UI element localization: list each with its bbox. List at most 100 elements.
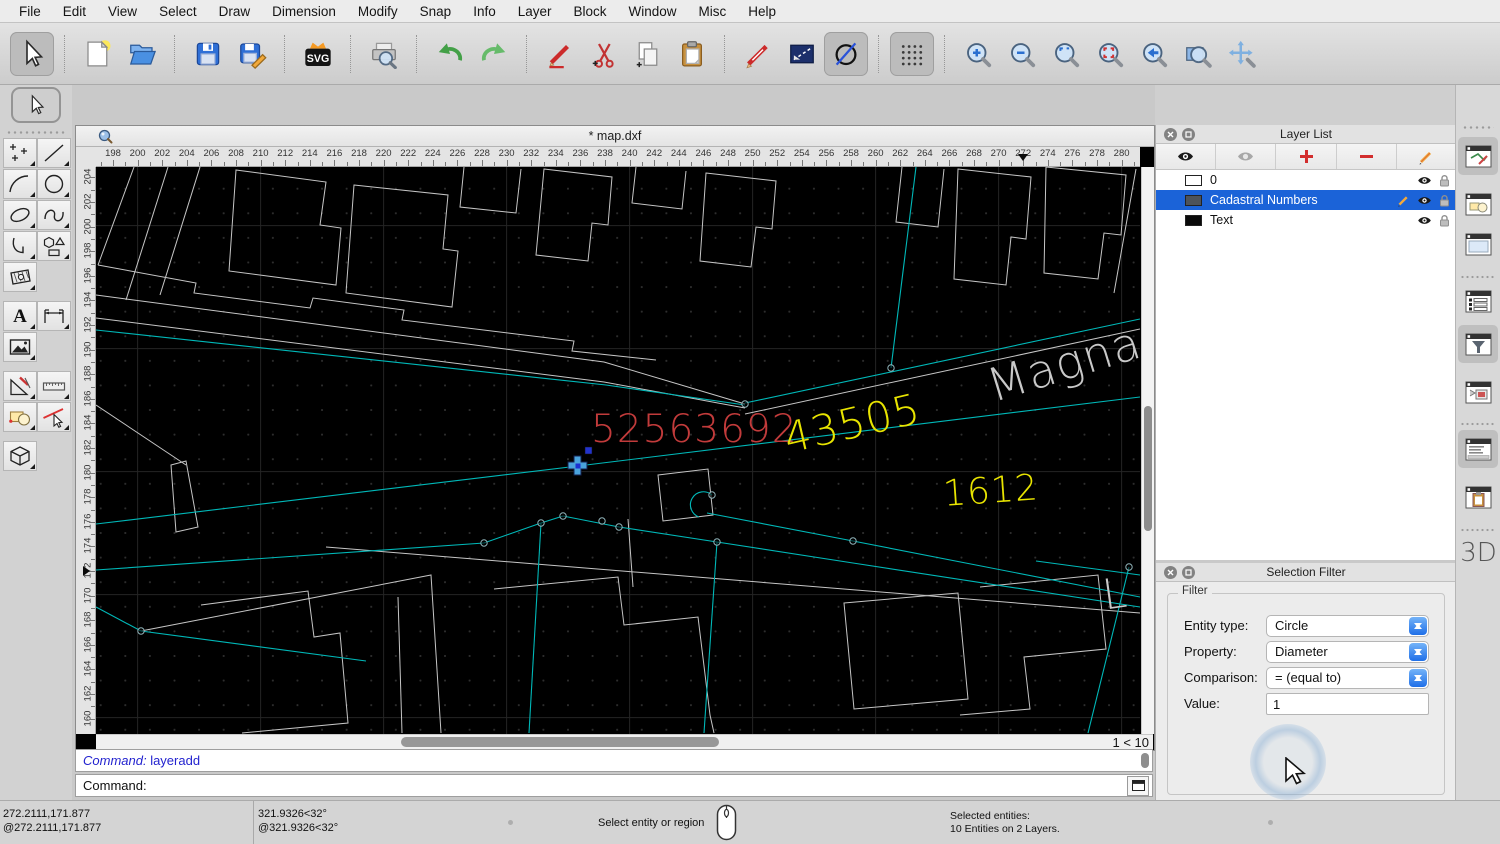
horizontal-scrollbar[interactable]: 1 < 10 [96, 734, 1153, 750]
show-all-layers-button[interactable] [1156, 144, 1216, 169]
library-browser-toggle[interactable] [1458, 225, 1498, 263]
cad-text-entity[interactable]: 52563692 [591, 410, 798, 449]
menu-file[interactable]: File [8, 0, 52, 23]
line-tool[interactable] [37, 138, 71, 168]
zoom-window-button[interactable] [1176, 32, 1220, 76]
lock-icon[interactable] [1439, 214, 1450, 227]
menu-window[interactable]: Window [618, 0, 688, 23]
menu-view[interactable]: View [97, 0, 148, 23]
paste-button[interactable] [670, 32, 714, 76]
property-editor-toggle[interactable] [1458, 137, 1498, 175]
command-options-button[interactable] [1127, 776, 1149, 796]
menu-draw[interactable]: Draw [208, 0, 262, 23]
copy-button[interactable] [626, 32, 670, 76]
hide-all-layers-button[interactable] [1216, 144, 1276, 169]
layer-row-cadastral-numbers[interactable]: Cadastral Numbers [1156, 190, 1456, 210]
undo-button[interactable] [428, 32, 472, 76]
spline-tool[interactable] [37, 200, 71, 230]
eye-icon[interactable] [1417, 195, 1432, 206]
save-button[interactable] [186, 32, 230, 76]
menu-modify[interactable]: Modify [347, 0, 409, 23]
layer-row-0[interactable]: 0 [1156, 170, 1456, 190]
svg-export-button[interactable]: SVG [296, 32, 340, 76]
menu-layer[interactable]: Layer [507, 0, 563, 23]
v-ruler-tick [89, 423, 95, 424]
draw-pencil-button[interactable] [736, 32, 780, 76]
relative-zero-toggle[interactable] [1458, 373, 1498, 411]
zoom-in-button[interactable] [956, 32, 1000, 76]
dimension-tool[interactable] [37, 301, 71, 331]
circle-tool[interactable] [37, 169, 71, 199]
edit-button[interactable] [538, 32, 582, 76]
menu-dimension[interactable]: Dimension [261, 0, 347, 23]
menu-info[interactable]: Info [462, 0, 507, 23]
save-as-button[interactable] [230, 32, 274, 76]
arc-tool[interactable] [3, 169, 37, 199]
eye-icon[interactable] [1417, 175, 1432, 186]
menu-misc[interactable]: Misc [688, 0, 738, 23]
clipboard-panel-toggle[interactable] [1458, 478, 1498, 516]
text-tool[interactable]: A [3, 301, 37, 331]
layer-pencil-icon[interactable] [1397, 194, 1410, 207]
grid-toggle-button[interactable] [890, 32, 934, 76]
shapes-tool[interactable] [37, 231, 71, 261]
vertical-scrollbar[interactable] [1141, 167, 1154, 734]
zoom-out-button[interactable] [1000, 32, 1044, 76]
3d-mode-label[interactable]: 3D [1456, 538, 1500, 568]
add-layer-button[interactable] [1276, 144, 1336, 169]
layer-row-text[interactable]: Text [1156, 210, 1456, 230]
filter-select-0[interactable]: Circle [1266, 615, 1429, 637]
menu-select[interactable]: Select [148, 0, 208, 23]
document-titlebar[interactable]: * map.dxf [76, 126, 1154, 147]
dock-handle[interactable] [1462, 125, 1494, 130]
zoom-previous-button[interactable] [1132, 32, 1176, 76]
ellipse-tool[interactable] [3, 200, 37, 230]
palette-selection-button[interactable] [11, 87, 61, 123]
zoom-auto-button[interactable] [1044, 32, 1088, 76]
selection-filter-toggle[interactable] [1458, 325, 1498, 363]
command-line-toggle[interactable] [1458, 430, 1498, 468]
image-tool[interactable] [3, 332, 37, 362]
eye-icon[interactable] [1417, 215, 1432, 226]
zoom-pan-button[interactable] [1220, 32, 1264, 76]
menu-help[interactable]: Help [737, 0, 787, 23]
block-list-toggle[interactable] [1458, 185, 1498, 223]
menu-edit[interactable]: Edit [52, 0, 97, 23]
zoom-redraw-button[interactable] [1088, 32, 1132, 76]
edit-layer-button[interactable] [1397, 144, 1456, 169]
drawing-canvas[interactable]: 52563692435051612Magna AL [96, 167, 1140, 734]
selection-tool-button[interactable] [10, 32, 54, 76]
status-bar: 272.2111,171.877@272.2111,171.877 321.93… [0, 800, 1500, 844]
filter-value-input[interactable] [1266, 693, 1429, 715]
print-preview-button[interactable] [362, 32, 406, 76]
command-history-scrollbar[interactable] [1141, 753, 1149, 768]
open-file-button[interactable] [120, 32, 164, 76]
cad-text-entity[interactable]: 1612 [942, 470, 1040, 513]
menu-snap[interactable]: Snap [409, 0, 463, 23]
polyline-tool[interactable] [3, 231, 37, 261]
lock-icon[interactable] [1439, 174, 1450, 187]
block-tool[interactable] [3, 402, 37, 432]
viewport-3d-tool[interactable] [3, 441, 37, 471]
filter-select-2[interactable]: = (equal to) [1266, 667, 1429, 689]
measure-tool[interactable] [37, 371, 71, 401]
restrict-angle-button[interactable] [780, 32, 824, 76]
remove-layer-button[interactable] [1337, 144, 1397, 169]
construction-mode-button[interactable] [824, 32, 868, 76]
modify-tool[interactable] [3, 371, 37, 401]
new-file-button[interactable] [76, 32, 120, 76]
layer-list-toggle[interactable] [1458, 282, 1498, 320]
hatch-tool[interactable] [3, 262, 37, 292]
filter-select-1[interactable]: Diameter [1266, 641, 1429, 663]
vertical-scrollbar-thumb[interactable] [1144, 406, 1152, 531]
command-input[interactable] [153, 776, 1127, 795]
lock-icon[interactable] [1439, 194, 1450, 207]
horizontal-scrollbar-thumb[interactable] [401, 737, 719, 747]
select-entity-tool[interactable] [37, 402, 71, 432]
points-tool[interactable] [3, 138, 37, 168]
menu-block[interactable]: Block [563, 0, 618, 23]
redo-button[interactable] [472, 32, 516, 76]
cut-button[interactable] [582, 32, 626, 76]
palette-handle[interactable] [6, 130, 66, 135]
command-history[interactable]: Command: layeradd [75, 749, 1153, 772]
